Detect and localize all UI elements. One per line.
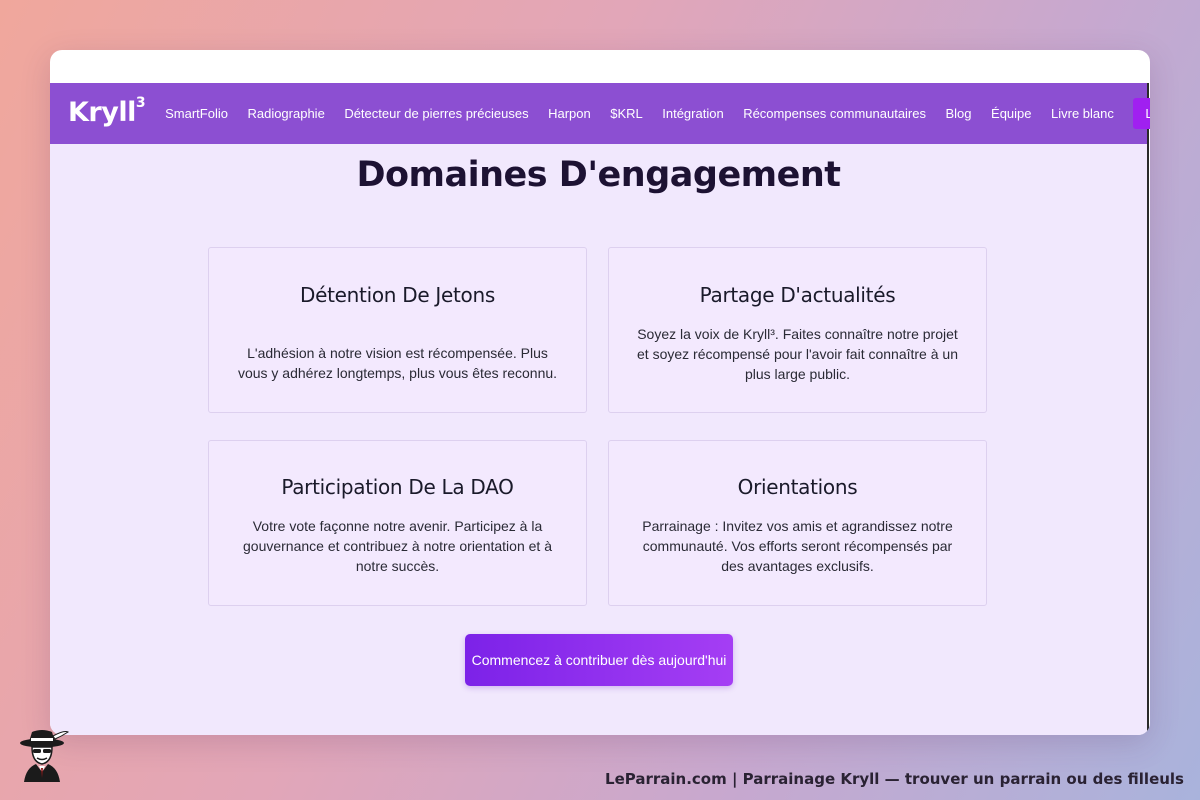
logo-superscript: 3 — [135, 95, 146, 111]
card-title: Orientations — [737, 475, 858, 499]
nav-item-blog[interactable]: Blog — [946, 106, 972, 121]
nav-item-harpon[interactable]: Harpon — [548, 106, 591, 121]
leparrain-mascot-icon — [20, 730, 69, 782]
start-contributing-button[interactable]: Commencez à contribuer dès aujourd'hui — [465, 634, 733, 686]
top-navbar: Kryll3 SmartFolio Radiographie Détecteur… — [50, 83, 1150, 144]
card-title: Partage D'actualités — [699, 283, 896, 307]
card-news-sharing: Partage D'actualités Soyez la voix de Kr… — [608, 247, 987, 413]
card-text: Parrainage : Invitez vos amis et agrandi… — [642, 518, 953, 574]
card-orientations: Orientations Parrainage : Invitez vos am… — [608, 440, 987, 606]
nav-item-integration[interactable]: Intégration — [662, 106, 723, 121]
card-title: Détention De Jetons — [300, 283, 495, 307]
nav-item-krl[interactable]: $KRL — [610, 106, 643, 121]
nav-item-gem-detector[interactable]: Détecteur de pierres précieuses — [344, 106, 528, 121]
nav-item-radiographie[interactable]: Radiographie — [247, 106, 324, 121]
kryll-logo[interactable]: Kryll3 — [68, 95, 146, 128]
page-title: Domaines D'engagement — [356, 155, 841, 195]
card-dao-participation: Participation De La DAO Votre vote façon… — [208, 440, 587, 606]
card-text: Votre vote façonne notre avenir. Partici… — [243, 518, 552, 574]
card-title: Participation De La DAO — [281, 475, 514, 499]
logo-text: Kryll — [68, 97, 136, 128]
card-text: Soyez la voix de Kryll³. Faites connaîtr… — [637, 326, 958, 382]
launch-app-button[interactable]: Lancer l'application — [1133, 98, 1150, 129]
nav-item-smartfolio[interactable]: SmartFolio — [165, 106, 228, 121]
screenshot-frame: Kryll3 SmartFolio Radiographie Détecteur… — [50, 50, 1150, 735]
website-viewport: Kryll3 SmartFolio Radiographie Détecteur… — [50, 83, 1150, 735]
nav-item-team[interactable]: Équipe — [991, 106, 1031, 121]
nav-item-whitepaper[interactable]: Livre blanc — [1051, 106, 1114, 121]
nav-item-community-rewards[interactable]: Récompenses communautaires — [743, 106, 926, 121]
card-text: L'adhésion à notre vision est récompensé… — [237, 345, 558, 381]
footer-caption: LeParrain.com | Parrainage Kryll — trouv… — [605, 770, 1184, 788]
card-token-holding: Détention De Jetons L'adhésion à notre v… — [208, 247, 587, 413]
